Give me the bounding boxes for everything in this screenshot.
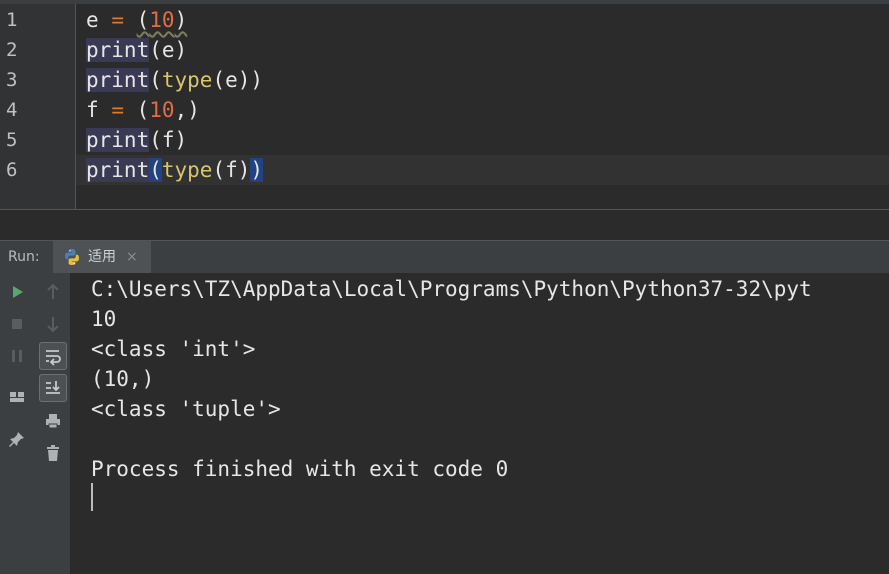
- variable: e: [86, 8, 99, 32]
- paren: (: [136, 8, 150, 32]
- console-line: (10,): [91, 367, 155, 391]
- line-number: 5: [6, 129, 18, 151]
- code-line-4[interactable]: f = (10,): [86, 95, 200, 125]
- argument: e: [161, 38, 175, 62]
- line-number: 6: [6, 159, 18, 181]
- builtin-type: type: [161, 158, 213, 182]
- number-literal: 10: [149, 98, 175, 122]
- console-caret: [91, 483, 93, 511]
- paren: (: [149, 68, 162, 92]
- code-line-6[interactable]: print(type(f)): [86, 155, 264, 185]
- console-line: <class 'int'>: [91, 337, 256, 361]
- paren: ): [237, 158, 251, 182]
- paren: (: [212, 158, 226, 182]
- code-line-2[interactable]: print(e): [86, 35, 187, 65]
- scroll-up-icon[interactable]: [42, 281, 64, 303]
- line-number-gutter: 1 2 3 4 5 6: [0, 4, 76, 210]
- console-line: <class 'tuple'>: [91, 397, 281, 421]
- code-line-5[interactable]: print(f): [86, 125, 187, 155]
- print-call: print: [86, 158, 150, 182]
- console-line: 10: [91, 307, 117, 331]
- argument: f: [225, 158, 238, 182]
- run-label: Run:: [8, 249, 40, 265]
- layout-icon[interactable]: [6, 386, 28, 408]
- paren: (: [149, 38, 162, 62]
- editor-empty-area: [0, 210, 889, 240]
- run-tab-label: 适用: [88, 249, 116, 265]
- run-toolbar: [0, 273, 71, 574]
- number-literal: 10: [149, 8, 175, 32]
- console-output[interactable]: C:\Users\TZ\AppData\Local\Programs\Pytho…: [71, 273, 889, 574]
- argument: f: [161, 128, 175, 152]
- paren: (: [149, 128, 162, 152]
- pin-icon[interactable]: [6, 428, 28, 450]
- line-number: 1: [6, 9, 18, 31]
- soft-wrap-toggle[interactable]: [39, 342, 67, 370]
- line-number: 2: [6, 39, 18, 61]
- print-call: print: [86, 38, 150, 62]
- argument: e: [225, 68, 238, 92]
- line-number: 3: [6, 69, 18, 91]
- paren: ): [174, 128, 188, 152]
- matched-paren: (: [149, 158, 162, 182]
- code-editor[interactable]: 1 2 3 4 5 6 e = (10) print(e) print(type…: [0, 0, 889, 210]
- pause-icon[interactable]: [6, 345, 28, 367]
- scroll-down-icon[interactable]: [42, 313, 64, 335]
- close-icon[interactable]: ×: [126, 241, 138, 273]
- operator: =: [111, 8, 124, 32]
- editor-top-border: [0, 0, 889, 4]
- variable: f: [86, 98, 99, 122]
- code-line-3[interactable]: print(type(e)): [86, 65, 263, 95]
- paren: (: [212, 68, 226, 92]
- operator: =: [111, 98, 124, 122]
- paren: ): [174, 38, 188, 62]
- scroll-to-end-toggle[interactable]: [39, 374, 67, 402]
- print-call: print: [86, 68, 150, 92]
- matched-paren: ): [250, 158, 264, 182]
- run-icon[interactable]: [6, 281, 28, 303]
- paren: (: [136, 98, 150, 122]
- run-tool-window-header: Run: 适用 ×: [0, 240, 889, 274]
- console-line: C:\Users\TZ\AppData\Local\Programs\Pytho…: [91, 277, 812, 301]
- paren: ,): [174, 98, 200, 122]
- builtin-type: type: [161, 68, 213, 92]
- code-line-1[interactable]: e = (10): [86, 5, 187, 35]
- console-line: Process finished with exit code 0: [91, 457, 509, 481]
- print-call: print: [86, 128, 150, 152]
- trash-icon[interactable]: [42, 442, 64, 464]
- scroll-to-end-icon: [46, 381, 60, 394]
- paren: ): [174, 8, 188, 32]
- soft-wrap-icon: [46, 350, 61, 366]
- print-icon[interactable]: [42, 410, 64, 432]
- python-icon: [65, 249, 79, 265]
- line-number: 4: [6, 99, 18, 121]
- stop-icon[interactable]: [6, 313, 28, 335]
- run-tab[interactable]: 适用 ×: [53, 241, 151, 273]
- paren: )): [237, 68, 264, 92]
